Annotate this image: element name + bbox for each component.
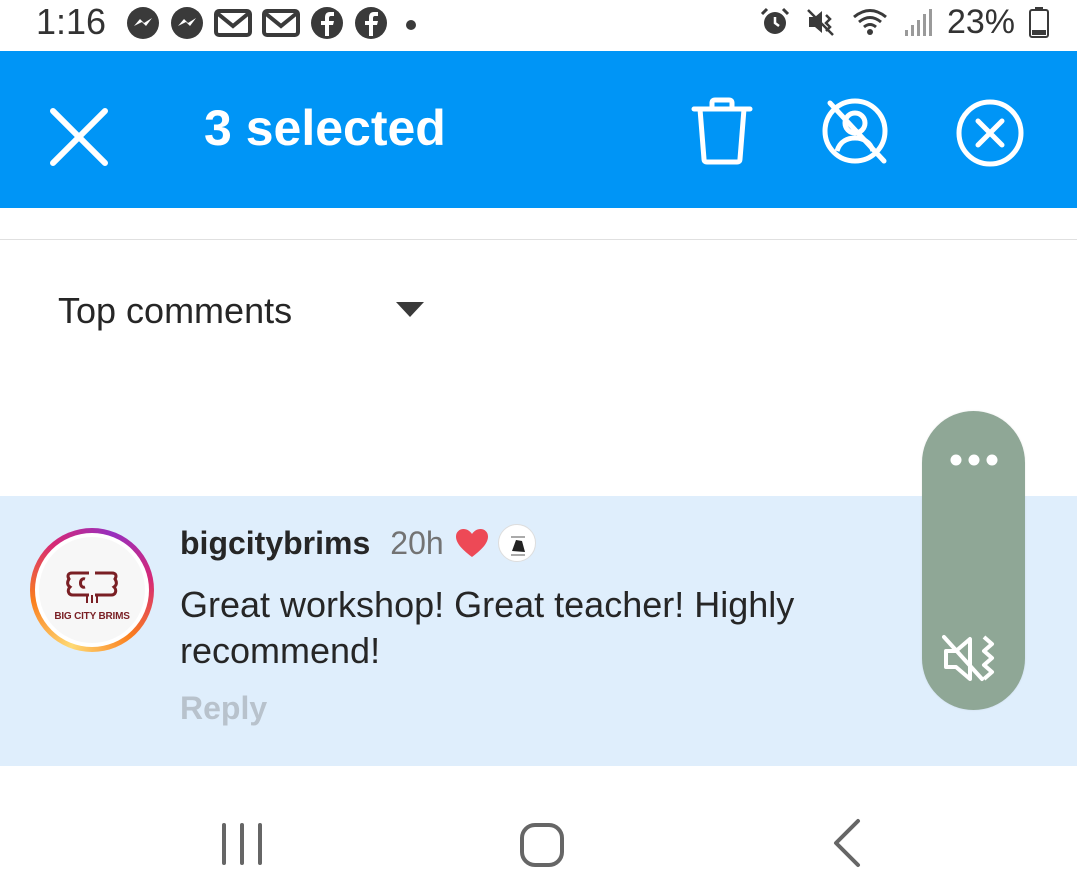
chevron-down-icon[interactable] [396,302,424,317]
status-right-icons: 23% [759,2,1049,42]
restrict-icon[interactable] [818,95,892,167]
status-time: 1:16 [36,1,107,42]
home-icon[interactable] [519,822,565,868]
selection-count-title: 3 selected [204,100,446,156]
avatar-logo: BIG CITY BRIMS [39,537,145,643]
messenger-icon [127,7,159,39]
close-icon[interactable] [45,103,113,171]
facebook-icon [355,7,387,39]
notification-icons [126,6,424,40]
volume-mute-icon[interactable] [942,631,1002,687]
block-icon[interactable] [954,97,1026,169]
comment-username[interactable]: bigcitybrims [180,525,370,562]
alarm-icon [760,7,789,34]
more-dot-icon [406,20,416,30]
battery-percent: 23% [946,3,1015,41]
avatar[interactable]: BIG CITY BRIMS [30,528,154,652]
comment-row[interactable]: BIG CITY BRIMS bigcitybrims 20h Great wo… [0,496,1077,766]
status-bar: 1:16 23% [0,0,1077,50]
brand-logo-icon [66,571,118,603]
signal-icon [904,9,932,36]
facebook-icon [311,7,343,39]
battery-icon [1029,7,1049,38]
creator-avatar-icon [497,524,536,562]
floating-controls [922,411,1025,710]
heart-icon [455,529,488,557]
sort-dropdown-label[interactable]: Top comments [58,290,292,332]
recent-apps-icon[interactable] [220,822,264,866]
selection-header: 3 selected [0,51,1077,208]
delete-icon[interactable] [688,95,756,167]
divider [0,239,1077,240]
gmail-icon [214,9,252,37]
comment-text: Great workshop! Great teacher! Highly re… [180,584,795,671]
back-icon[interactable] [830,818,864,868]
system-nav-bar [0,766,1077,869]
avatar-brand-text: BIG CITY BRIMS [54,611,130,622]
comment-header: bigcitybrims 20h [180,522,536,564]
vibrate-mute-icon [807,9,834,36]
reply-button[interactable]: Reply [180,690,267,727]
more-icon[interactable] [949,453,999,467]
wifi-icon [852,9,887,35]
messenger-icon [171,7,203,39]
gmail-icon [262,9,300,37]
comment-timestamp: 20h [390,524,444,561]
